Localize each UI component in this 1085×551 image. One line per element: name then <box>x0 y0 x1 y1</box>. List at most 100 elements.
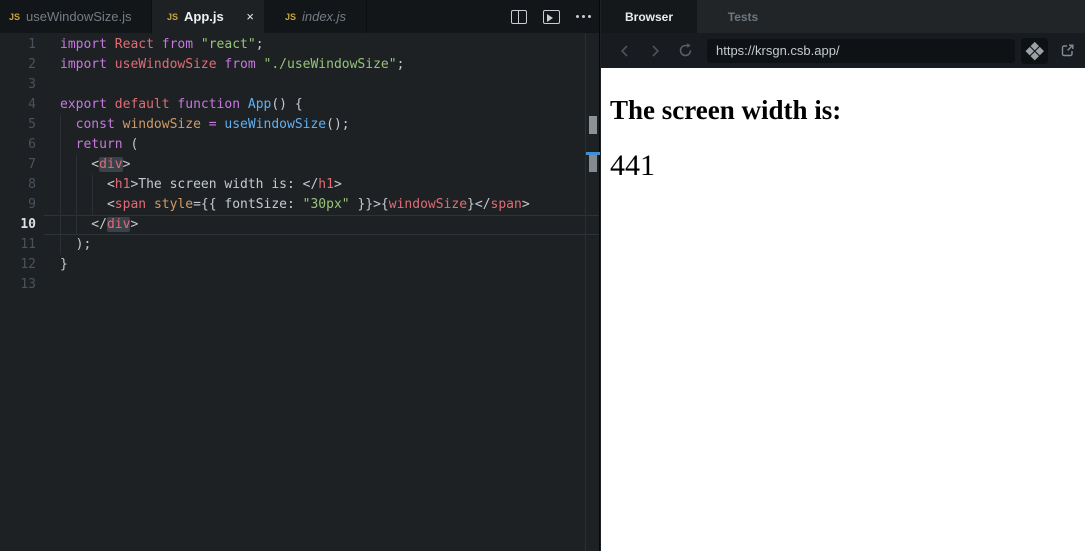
open-external-icon[interactable] <box>1054 38 1081 64</box>
code-text: export default function App() { <box>36 95 303 115</box>
preview-window-icon[interactable] <box>543 9 560 24</box>
refresh-icon[interactable] <box>676 42 694 60</box>
code-token: style <box>153 197 194 212</box>
page-heading: The screen width is: <box>610 95 842 125</box>
tab-usewindowsize-js[interactable]: JS useWindowSize.js <box>0 0 152 33</box>
url-input[interactable]: https://krsgn.csb.app/ <box>707 38 1015 63</box>
code-token: const <box>75 117 115 132</box>
code-token: } <box>60 257 68 272</box>
code-token: < <box>60 177 115 192</box>
code-line[interactable]: 12} <box>0 255 599 275</box>
back-icon[interactable] <box>616 43 634 59</box>
code-token: div <box>106 217 131 232</box>
code-line[interactable]: 2 import useWindowSize from "./useWindowS… <box>0 55 599 75</box>
code-line[interactable]: 11 ); <box>0 235 599 255</box>
code-text: import React from "react"; <box>36 35 264 55</box>
code-token: "react" <box>200 37 256 52</box>
code-token: import <box>60 57 107 72</box>
line-number: 6 <box>28 137 36 152</box>
selection-marker <box>589 116 597 134</box>
code-line[interactable]: 10 </div> <box>0 215 599 235</box>
code-token: useWindowSize <box>224 117 327 132</box>
responsive-preview-icon[interactable] <box>1021 37 1048 64</box>
line-number: 7 <box>28 157 36 172</box>
code-line[interactable]: 7 <div> <box>0 155 599 175</box>
line-number: 11 <box>20 237 36 252</box>
code-text: const windowSize = useWindowSize(); <box>36 115 350 135</box>
overview-ruler[interactable] <box>585 33 600 551</box>
code-text: </div> <box>36 215 138 235</box>
code-token: useWindowSize <box>114 57 217 72</box>
code-token: div <box>99 157 123 172</box>
code-token: < <box>60 157 100 172</box>
line-number: 2 <box>28 57 36 72</box>
code-token: "30px" <box>302 197 350 212</box>
code-line[interactable]: 8 <h1>The screen width is: </h1> <box>0 175 599 195</box>
js-file-icon: JS <box>167 11 179 22</box>
browser-navbar: https://krsgn.csb.app/ <box>601 33 1085 68</box>
code-token: ; <box>255 37 264 52</box>
code-line[interactable]: 6 return ( <box>0 135 599 155</box>
code-line[interactable]: 4 export default function App() { <box>0 95 599 115</box>
code-token: span <box>490 197 522 212</box>
code-token: windowSize <box>388 197 468 212</box>
code-line[interactable]: 5 const windowSize = useWindowSize(); <box>0 115 599 135</box>
code-token: export <box>60 97 107 112</box>
code-line[interactable]: 13 <box>0 275 599 295</box>
more-options-icon[interactable] <box>576 15 591 18</box>
code-token: }</ <box>467 197 491 212</box>
code-token: from <box>224 57 256 72</box>
code-token: > <box>122 157 131 172</box>
code-editor[interactable]: 1 import React from "react"; 2 import useWi… <box>0 33 600 551</box>
codesandbox-window: JS useWindowSize.js JS App.js × JS index… <box>0 0 1085 551</box>
code-token: () { <box>271 97 303 112</box>
tab-label: index.js <box>301 9 347 24</box>
line-number: 10 <box>20 217 36 232</box>
preview-tabbar: Browser Tests <box>601 0 1085 33</box>
code-token: }}>{ <box>349 197 389 212</box>
line-number: 13 <box>20 277 36 292</box>
tab-app-js[interactable]: JS App.js × <box>152 0 265 33</box>
code-text: import useWindowSize from "./useWindowSi… <box>36 55 404 75</box>
code-token: h1 <box>318 177 334 192</box>
browser-viewport: The screen width is: 441 <box>601 68 1085 551</box>
line-number: 4 <box>28 97 36 112</box>
tab-index-js[interactable]: JS index.js <box>265 0 367 33</box>
code-token: </ <box>60 217 107 232</box>
code-token: ; <box>396 57 405 72</box>
code-token: App <box>247 97 272 112</box>
window-width-value: 441 <box>610 149 655 183</box>
line-number: 3 <box>28 77 36 92</box>
code-line[interactable]: 3 <box>0 75 599 95</box>
tab-browser[interactable]: Browser <box>601 0 697 33</box>
code-line[interactable]: 9 <span style={{ fontSize: "30px" }}>{wi… <box>0 195 599 215</box>
code-text: ); <box>36 235 92 255</box>
code-line[interactable]: 1 import React from "react"; <box>0 35 599 55</box>
code-token: = <box>208 117 217 132</box>
split-view-icon[interactable] <box>511 9 527 24</box>
tab-tests[interactable]: Tests <box>697 0 789 33</box>
code-token: ( <box>122 137 139 152</box>
code-token: return <box>75 137 123 152</box>
code-text: return ( <box>36 135 139 155</box>
editor-tabbar: JS useWindowSize.js JS App.js × JS index… <box>0 0 599 33</box>
editor-toolbar <box>511 0 591 33</box>
editor-pane: JS useWindowSize.js JS App.js × JS index… <box>0 0 600 551</box>
close-icon[interactable]: × <box>246 10 254 23</box>
tab-label: App.js <box>184 9 224 24</box>
forward-icon[interactable] <box>646 43 664 59</box>
line-number: 5 <box>28 117 36 132</box>
code-token: > <box>521 197 530 212</box>
js-file-icon: JS <box>284 11 296 22</box>
